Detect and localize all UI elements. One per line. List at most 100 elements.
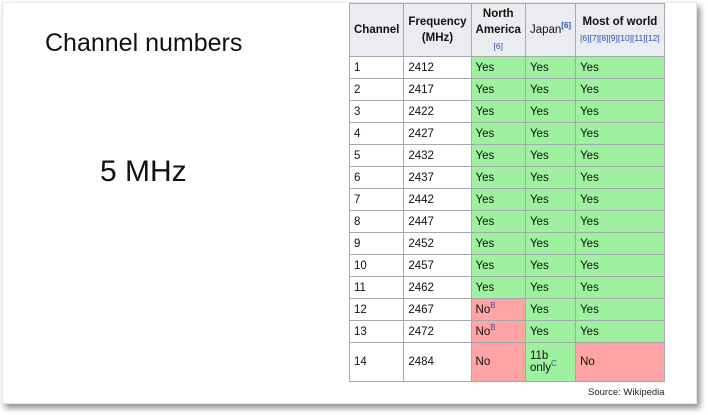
- cell-north-america: Yes: [470, 276, 526, 299]
- cell-north-america: Yes: [470, 78, 526, 101]
- cell-most-of-world: Yes: [575, 56, 665, 79]
- table-body: 1 2412 Yes Yes Yes 2 2417 Yes Yes Yes 3 2422 Yes Yes Y…: [348, 56, 665, 382]
- cell-north-america: Yes: [470, 56, 526, 79]
- ref-link[interactable]: [6]: [561, 21, 571, 30]
- table-row: 1 2412 Yes Yes Yes: [348, 56, 665, 79]
- table-row: 3 2422 Yes Yes Yes: [348, 100, 665, 123]
- cell-frequency: 2472: [403, 320, 472, 343]
- cell-most-of-world: No: [575, 342, 665, 382]
- cell-north-america: No: [470, 342, 526, 382]
- cell-north-america: Yes: [470, 122, 526, 145]
- cell-japan: Yes: [524, 100, 577, 123]
- cell-most-of-world: Yes: [575, 166, 665, 189]
- note-link[interactable]: B: [490, 323, 495, 332]
- cell-frequency: 2427: [403, 122, 472, 145]
- cell-channel: 12: [348, 298, 405, 321]
- cell-most-of-world: Yes: [575, 276, 665, 299]
- cell-frequency: 2462: [403, 276, 472, 299]
- table-row: 5 2432 Yes Yes Yes: [348, 144, 665, 167]
- cell-channel: 10: [348, 254, 405, 277]
- cell-north-america: NoB: [470, 298, 526, 321]
- header-most-of-world: Most of world [6][7][8][9][10][11][12]: [575, 3, 665, 57]
- cell-most-of-world: Yes: [575, 232, 665, 255]
- cell-north-america: Yes: [470, 100, 526, 123]
- table-row: 2 2417 Yes Yes Yes: [348, 78, 665, 101]
- cell-japan: Yes: [524, 144, 577, 167]
- cell-channel: 11: [348, 276, 405, 299]
- cell-channel: 8: [348, 210, 405, 233]
- source-caption: Source: Wikipedia: [588, 387, 665, 398]
- cell-most-of-world: Yes: [575, 320, 665, 343]
- cell-japan: Yes: [524, 122, 577, 145]
- cell-japan: Yes: [524, 232, 577, 255]
- header-frequency: Frequency (MHz): [403, 3, 472, 57]
- cell-frequency: 2467: [403, 298, 472, 321]
- cell-japan: Yes: [524, 56, 577, 79]
- cell-frequency: 2422: [403, 100, 472, 123]
- header-japan: Japan[6]: [524, 3, 577, 57]
- cell-channel: 3: [348, 100, 405, 123]
- table-row: 7 2442 Yes Yes Yes: [348, 188, 665, 211]
- table-row: 12 2467 NoB Yes Yes: [348, 298, 665, 321]
- ref-link[interactable]: [6]: [494, 41, 503, 51]
- header-channel: Channel: [348, 3, 405, 57]
- note-link[interactable]: B: [490, 301, 495, 310]
- table-row: 10 2457 Yes Yes Yes: [348, 254, 665, 277]
- table-row: 8 2447 Yes Yes Yes: [348, 210, 665, 233]
- cell-most-of-world: Yes: [575, 78, 665, 101]
- table-row: 13 2472 NoB Yes Yes: [348, 320, 665, 343]
- table-row: 4 2427 Yes Yes Yes: [348, 122, 665, 145]
- cell-north-america: Yes: [470, 166, 526, 189]
- cell-japan: Yes: [524, 210, 577, 233]
- cell-frequency: 2452: [403, 232, 472, 255]
- cell-north-america: Yes: [470, 144, 526, 167]
- cell-channel: 6: [348, 166, 405, 189]
- cell-frequency: 2412: [403, 56, 472, 79]
- cell-frequency: 2442: [403, 188, 472, 211]
- cell-channel: 1: [348, 56, 405, 79]
- cell-north-america: NoB: [470, 320, 526, 343]
- table-header-row: Channel Frequency (MHz) North America [6…: [348, 3, 665, 57]
- cell-north-america: Yes: [470, 188, 526, 211]
- header-north-america: North America [6]: [470, 3, 526, 57]
- cell-frequency: 2484: [403, 342, 472, 382]
- cell-most-of-world: Yes: [575, 254, 665, 277]
- cell-japan: Yes: [524, 78, 577, 101]
- cell-channel: 14: [348, 342, 405, 382]
- cell-most-of-world: Yes: [575, 144, 665, 167]
- cell-frequency: 2417: [403, 78, 472, 101]
- cell-most-of-world: Yes: [575, 122, 665, 145]
- cell-japan: Yes: [524, 320, 577, 343]
- table-row: 9 2452 Yes Yes Yes: [348, 232, 665, 255]
- cell-frequency: 2457: [403, 254, 472, 277]
- cell-north-america: Yes: [470, 232, 526, 255]
- cell-most-of-world: Yes: [575, 188, 665, 211]
- table-row: 14 2484 No 11b onlyC No: [348, 342, 665, 382]
- cell-frequency: 2437: [403, 166, 472, 189]
- note-link[interactable]: C: [551, 359, 557, 368]
- cell-japan: Yes: [524, 188, 577, 211]
- cell-japan: Yes: [524, 254, 577, 277]
- cell-japan: Yes: [524, 276, 577, 299]
- cell-north-america: Yes: [470, 210, 526, 233]
- cell-channel: 7: [348, 188, 405, 211]
- table-row: 6 2437 Yes Yes Yes: [348, 166, 665, 189]
- cell-most-of-world: Yes: [575, 298, 665, 321]
- cell-channel: 5: [348, 144, 405, 167]
- cell-channel: 13: [348, 320, 405, 343]
- cell-north-america: Yes: [470, 254, 526, 277]
- cell-frequency: 2432: [403, 144, 472, 167]
- cell-japan: Yes: [524, 166, 577, 189]
- cell-channel: 2: [348, 78, 405, 101]
- cell-frequency: 2447: [403, 210, 472, 233]
- slide: Channel numbers 5 MHz Channel Frequency …: [2, 2, 697, 404]
- cell-most-of-world: Yes: [575, 100, 665, 123]
- channel-table: Channel Frequency (MHz) North America [6…: [348, 3, 665, 382]
- cell-japan: Yes: [524, 298, 577, 321]
- cell-channel: 9: [348, 232, 405, 255]
- ref-links[interactable]: [6][7][8][9][10][11][12]: [580, 33, 660, 43]
- bandwidth-label: 5 MHz: [100, 155, 187, 188]
- cell-most-of-world: Yes: [575, 210, 665, 233]
- slide-title: Channel numbers: [45, 29, 243, 57]
- cell-channel: 4: [348, 122, 405, 145]
